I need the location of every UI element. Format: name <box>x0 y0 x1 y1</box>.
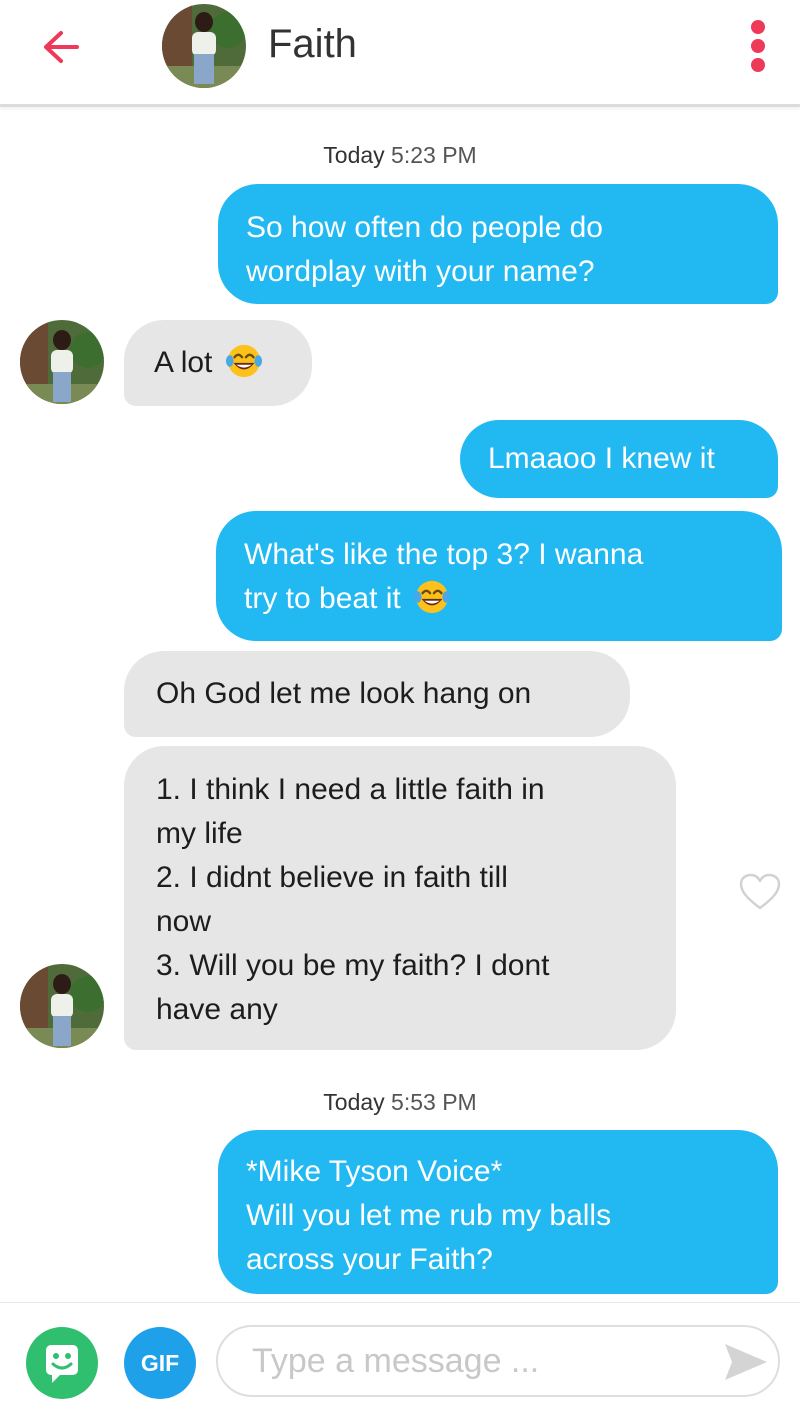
tears-of-joy-emoji <box>225 344 262 378</box>
message-composer: GIF <box>0 1302 800 1416</box>
contact-name[interactable]: Faith <box>268 20 357 68</box>
chat-header: Faith <box>0 0 800 107</box>
heart-outline-icon[interactable] <box>738 872 782 912</box>
message-bubble-outgoing[interactable]: Lmaaoo I knew it <box>460 420 778 498</box>
message-input[interactable] <box>216 1325 780 1397</box>
message-bubble-incoming[interactable]: 1. I think I need a little faith in my l… <box>124 746 676 1050</box>
timestamp: Today 5:53 PM <box>323 1089 477 1115</box>
avatar[interactable] <box>20 320 104 404</box>
message-bubble-outgoing[interactable]: So how often do people do wordplay with … <box>218 184 778 304</box>
arrow-left-icon <box>44 31 79 63</box>
message-bubble-incoming[interactable]: A lot <box>124 320 312 406</box>
back-button[interactable] <box>36 22 86 72</box>
timestamp: Today 5:23 PM <box>323 142 477 168</box>
send-icon[interactable] <box>722 1341 770 1383</box>
more-button[interactable] <box>740 16 776 76</box>
tears-of-joy-emoji <box>414 580 451 614</box>
message-bubble-outgoing[interactable]: What's like the top 3? I wanna try to be… <box>216 511 782 641</box>
message-bubble-outgoing[interactable]: *Mike Tyson Voice* Will you let me rub m… <box>218 1130 778 1294</box>
message-bubble-incoming[interactable]: Oh God let me look hang on <box>124 651 630 737</box>
gift-icon <box>46 1345 78 1383</box>
avatar[interactable] <box>20 964 104 1048</box>
avatar[interactable] <box>162 4 246 88</box>
gift-button[interactable] <box>26 1327 98 1399</box>
gif-button[interactable]: GIF <box>124 1327 196 1399</box>
more-vertical-icon <box>751 20 765 34</box>
